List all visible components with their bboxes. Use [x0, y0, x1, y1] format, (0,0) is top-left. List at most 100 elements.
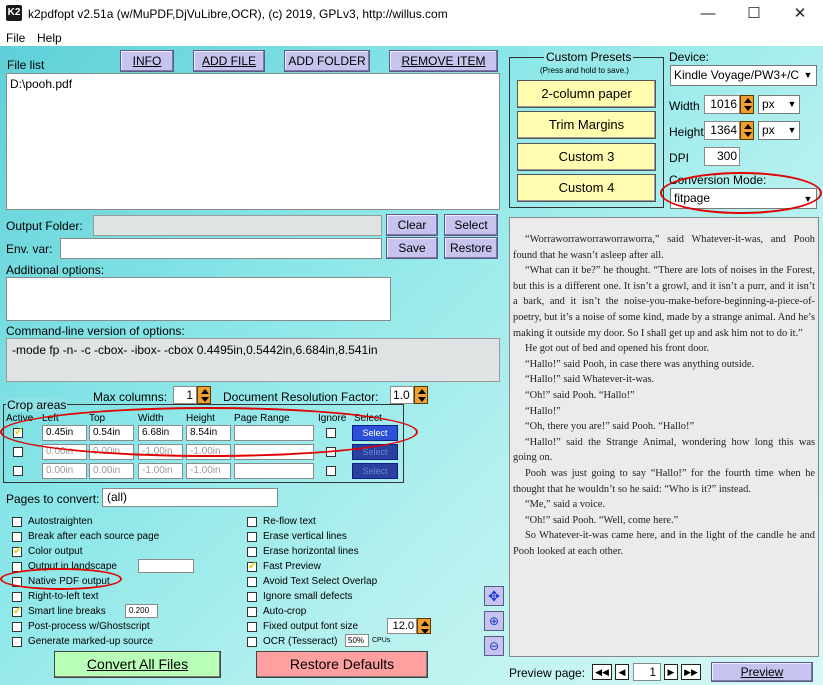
- auto-crop-checkbox[interactable]: [247, 607, 257, 617]
- file-list-box[interactable]: D:\pooh.pdf: [6, 73, 500, 210]
- fixed-font-field[interactable]: 12.0: [387, 618, 417, 634]
- file-list-item[interactable]: D:\pooh.pdf: [7, 74, 499, 94]
- prev-page-icon[interactable]: ◀: [615, 664, 629, 680]
- annotation-oval-conversion-mode: [660, 172, 822, 214]
- crop-row3-left[interactable]: 0.00in: [42, 463, 87, 479]
- additional-options-field[interactable]: [6, 277, 391, 321]
- last-page-icon[interactable]: ▶▶: [681, 664, 701, 680]
- preview-paragraph: So Whatever-it-was came here, and in the…: [513, 530, 815, 557]
- minimize-button[interactable]: —: [685, 0, 731, 28]
- device-dropdown[interactable]: Kindle Voyage/PW3+/C: [670, 65, 817, 86]
- width-spinner[interactable]: [740, 95, 754, 114]
- preview-pane[interactable]: “Worraworraworraworraworra,” said Whatev…: [509, 217, 819, 657]
- crop-row3-top[interactable]: 0.00in: [89, 463, 134, 479]
- ignore-defects-checkbox[interactable]: [247, 592, 257, 602]
- preview-paragraph: Pooh was just going to say “Hallo!” for …: [513, 467, 815, 495]
- preview-page-field[interactable]: 1: [633, 663, 661, 681]
- crop-row3-height[interactable]: -1.00in: [186, 463, 231, 479]
- doc-res-field[interactable]: 1.0: [390, 386, 414, 404]
- annotation-oval-native-pdf: [0, 568, 122, 590]
- clear-button[interactable]: Clear: [386, 214, 438, 236]
- smart-line-breaks-checkbox[interactable]: ✓: [12, 605, 22, 617]
- avoid-overlap-checkbox[interactable]: [247, 577, 257, 587]
- add-file-button[interactable]: ADD FILE: [193, 50, 265, 72]
- menu-file[interactable]: File: [6, 31, 25, 45]
- width-unit-arrow-icon[interactable]: ▼: [785, 96, 799, 112]
- preview-button[interactable]: Preview: [711, 662, 813, 682]
- color-output-checkbox[interactable]: ✓: [12, 545, 22, 557]
- remove-item-button[interactable]: REMOVE ITEM: [389, 50, 498, 72]
- preset-trim-margins-button[interactable]: Trim Margins: [517, 111, 656, 139]
- color-output-label: Color output: [28, 546, 83, 557]
- zoom-in-icon[interactable]: ⊕: [484, 611, 504, 631]
- info-button[interactable]: INFO: [120, 50, 174, 72]
- preview-paragraph: He got out of bed and opened his front d…: [525, 343, 710, 355]
- maximize-button[interactable]: ☐: [731, 0, 777, 28]
- reflow-checkbox[interactable]: [247, 517, 257, 527]
- height-spinner[interactable]: [740, 121, 754, 140]
- preview-paragraph: “Hallo!”: [525, 405, 561, 417]
- dpi-label: DPI: [669, 151, 690, 165]
- menu-help[interactable]: Help: [37, 31, 62, 45]
- ghostscript-checkbox[interactable]: [12, 622, 22, 632]
- marked-up-checkbox[interactable]: [12, 637, 22, 647]
- env-var-label: Env. var:: [6, 242, 53, 256]
- fixed-font-checkbox[interactable]: [247, 622, 257, 632]
- restore-button[interactable]: Restore: [444, 237, 498, 259]
- select-folder-button[interactable]: Select: [444, 214, 498, 236]
- add-folder-button[interactable]: ADD FOLDER: [284, 50, 370, 72]
- env-var-field[interactable]: [60, 238, 382, 259]
- output-folder-field[interactable]: [93, 215, 382, 236]
- preset-custom3-button[interactable]: Custom 3: [517, 143, 656, 171]
- smart-line-breaks-field[interactable]: 0.200: [125, 604, 158, 618]
- break-page-checkbox[interactable]: [12, 532, 22, 542]
- restore-defaults-button[interactable]: Restore Defaults: [256, 651, 428, 678]
- preset-2column-button[interactable]: 2-column paper: [517, 80, 656, 108]
- fixed-font-spinner[interactable]: [417, 618, 431, 634]
- dpi-field[interactable]: 300: [704, 147, 740, 166]
- ocr-label: OCR (Tesseract): [263, 636, 338, 647]
- ghostscript-label: Post-process w/Ghostscript: [28, 621, 150, 632]
- width-field[interactable]: 1016: [704, 95, 740, 114]
- next-page-icon[interactable]: ▶: [664, 664, 678, 680]
- preview-paragraph: “Hallo!” said Whatever-it-was.: [525, 374, 655, 386]
- pages-field[interactable]: (all): [102, 488, 278, 507]
- ocr-checkbox[interactable]: [247, 637, 257, 647]
- right-to-left-checkbox[interactable]: [12, 592, 22, 602]
- crop-row3-ignore-checkbox[interactable]: [326, 466, 336, 476]
- doc-res-spinner[interactable]: [414, 386, 428, 404]
- height-unit-arrow-icon[interactable]: ▼: [785, 122, 799, 138]
- erase-horizontal-checkbox[interactable]: [247, 547, 257, 557]
- preset-custom4-button[interactable]: Custom 4: [517, 174, 656, 202]
- device-dropdown-arrow-icon[interactable]: ▼: [801, 67, 815, 83]
- first-page-icon[interactable]: ◀◀: [592, 664, 612, 680]
- zoom-out-icon[interactable]: ⊖: [484, 636, 504, 656]
- max-columns-spinner[interactable]: [197, 386, 211, 404]
- height-field[interactable]: 1364: [704, 121, 740, 140]
- fit-page-icon[interactable]: ✥: [484, 586, 504, 606]
- crop-row3-page-range[interactable]: [234, 463, 314, 479]
- erase-vertical-label: Erase vertical lines: [263, 531, 347, 542]
- convert-all-button[interactable]: Convert All Files: [54, 651, 221, 678]
- landscape-pages-field[interactable]: [138, 559, 194, 573]
- crop-row3-width[interactable]: -1.00in: [138, 463, 183, 479]
- erase-horizontal-label: Erase horizontal lines: [263, 546, 359, 557]
- save-button[interactable]: Save: [386, 237, 438, 259]
- close-button[interactable]: ✕: [777, 0, 823, 28]
- erase-vertical-checkbox[interactable]: [247, 532, 257, 542]
- fast-preview-checkbox[interactable]: ✓: [247, 560, 257, 572]
- autostraighten-checkbox[interactable]: [12, 517, 22, 527]
- ocr-cpus-field[interactable]: 50%: [345, 634, 369, 647]
- max-columns-field[interactable]: 1: [173, 386, 197, 404]
- output-folder-label: Output Folder:: [6, 219, 83, 233]
- ignore-defects-label: Ignore small defects: [263, 591, 353, 602]
- preview-paragraph: “Oh!” said Pooh. “Hallo!”: [525, 389, 635, 401]
- height-label: Height: [669, 125, 704, 139]
- crop-row3-active-checkbox[interactable]: [13, 466, 23, 476]
- crop-row3-select-button[interactable]: Select: [352, 463, 398, 479]
- crop-row2-active-checkbox[interactable]: [13, 447, 23, 457]
- cmdline-field[interactable]: -mode fp -n- -c -cbox- -ibox- -cbox 0.44…: [6, 338, 500, 382]
- custom-presets-subtitle: (Press and hold to save.): [540, 66, 629, 75]
- marked-up-label: Generate marked-up source: [28, 636, 154, 647]
- reflow-label: Re-flow text: [263, 516, 316, 527]
